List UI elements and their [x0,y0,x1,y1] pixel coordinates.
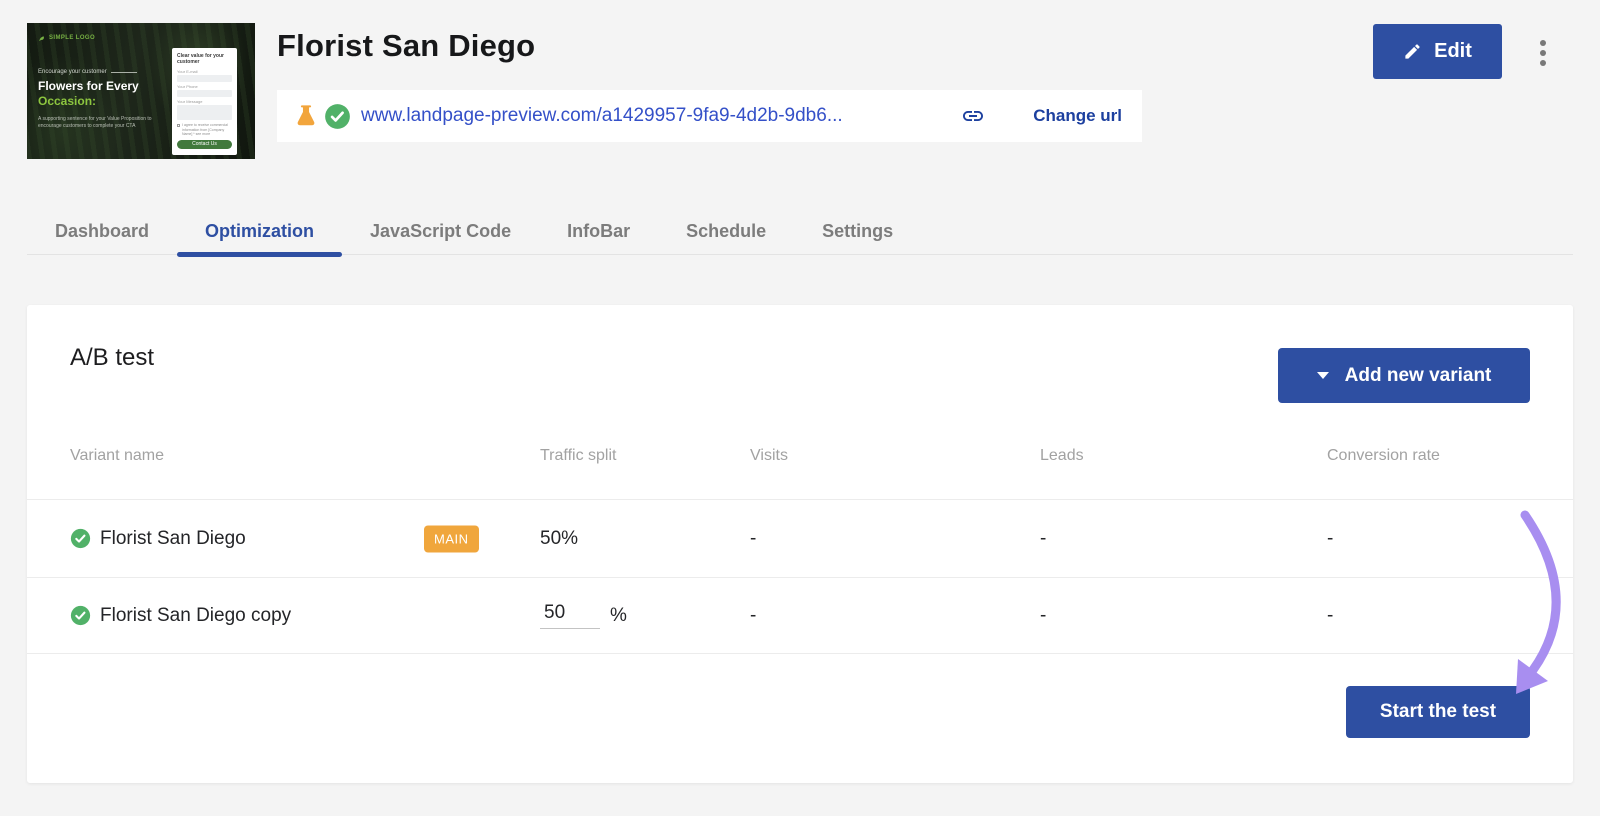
main-variant-badge: MAIN [424,525,479,552]
table-row: Florist San Diego MAIN 50% - - - [27,499,1573,577]
conversion-rate-value: - [1327,605,1573,627]
thumbnail-form-card: Clear value for your customer Your E-mai… [172,48,237,155]
page-title: Florist San Diego [277,28,535,64]
form-label-message: Your Message [177,99,232,104]
thumbnail-logo: SIMPLE LOGO [38,34,95,42]
variant-name: Florist San Diego copy [100,605,291,627]
thumbnail-headline-accent: Occasion: [38,94,96,108]
percent-sign: % [610,605,627,627]
leaf-icon [38,34,46,42]
thumbnail-logo-text: SIMPLE LOGO [49,35,95,41]
change-url-button[interactable]: Change url [1033,106,1122,126]
edit-button[interactable]: Edit [1373,24,1502,79]
column-traffic-split: Traffic split [540,447,750,465]
url-verified-check-icon [324,103,351,130]
variant-active-check-icon [70,605,91,626]
thumbnail-body-text: A supporting sentence for your Value Pro… [38,116,156,130]
leads-value: - [1040,605,1327,627]
variant-name: Florist San Diego [100,528,246,550]
caret-down-icon [1317,372,1329,379]
leads-value: - [1040,528,1327,550]
column-leads: Leads [1040,447,1327,465]
form-input-email [177,75,232,82]
copy-link-icon[interactable] [961,104,985,128]
form-label-email: Your E-mail [177,69,232,74]
table-bottom-divider [27,653,1573,654]
landing-page-thumbnail[interactable]: SIMPLE LOGO Encourage your customer Flow… [27,23,255,159]
url-bar: www.landpage-preview.com/a1429957-9fa9-4… [277,90,1142,142]
variant-name-cell: Florist San Diego copy [70,605,540,627]
tab-javascript-code[interactable]: JavaScript Code [342,208,539,254]
thumbnail-headline: Flowers for Every [38,79,139,93]
tab-infobar[interactable]: InfoBar [539,208,658,254]
visits-value: - [750,605,1040,627]
form-title: Clear value for your customer [177,53,232,65]
app-root: SIMPLE LOGO Encourage your customer Flow… [0,0,1600,816]
more-options-kebab-icon[interactable] [1540,40,1546,66]
tab-bar: Dashboard Optimization JavaScript Code I… [27,208,1573,255]
thumbnail-tagline: Encourage your customer [38,69,137,75]
form-label-phone: Your Phone [177,84,232,89]
visits-value: - [750,528,1040,550]
form-input-phone [177,90,232,97]
tab-settings[interactable]: Settings [794,208,921,254]
table-header-row: Variant name Traffic split Visits Leads … [27,439,1573,473]
table-row: Florist San Diego copy % - - - [27,577,1573,653]
preview-url-link[interactable]: www.landpage-preview.com/a1429957-9fa9-4… [361,105,843,127]
start-the-test-button[interactable]: Start the test [1346,686,1530,738]
variant-active-check-icon [70,528,91,549]
consent-checkbox-icon [177,124,180,127]
tab-optimization[interactable]: Optimization [177,208,342,254]
column-variant-name: Variant name [70,447,540,465]
add-new-variant-button[interactable]: Add new variant [1278,348,1530,403]
traffic-split-cell: % [540,602,750,629]
variant-name-cell: Florist San Diego MAIN [70,528,540,550]
ab-test-panel: A/B test Add new variant Variant name Tr… [27,305,1573,783]
tagline-rule [111,72,137,73]
pencil-icon [1403,42,1422,61]
tab-schedule[interactable]: Schedule [658,208,794,254]
traffic-split-value: 50% [540,528,750,550]
form-consent: I agree to receive commercial informatio… [177,123,232,137]
ab-test-title: A/B test [70,344,154,372]
tab-dashboard[interactable]: Dashboard [27,208,177,254]
conversion-rate-value: - [1327,528,1573,550]
column-conversion-rate: Conversion rate [1327,447,1573,465]
form-textarea-message [177,105,232,120]
column-visits: Visits [750,447,1040,465]
form-submit-button: Contact Us [177,140,232,149]
traffic-split-input[interactable] [540,602,600,629]
ab-test-flask-icon [293,103,319,129]
